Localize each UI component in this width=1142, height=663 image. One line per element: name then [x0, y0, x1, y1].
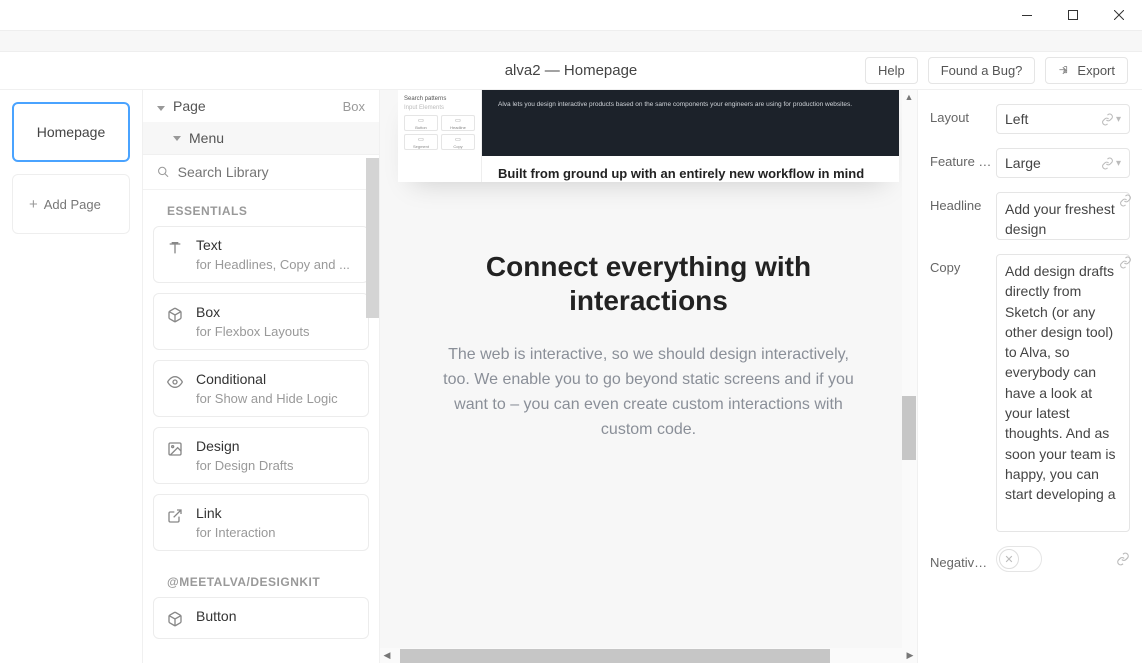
pages-panel: Homepage + Add Page	[0, 90, 143, 663]
link-icon	[1101, 113, 1114, 126]
scroll-right-icon[interactable]: ▶	[903, 649, 917, 663]
component-subtitle: for Design Drafts	[196, 458, 294, 473]
link-icon	[166, 507, 184, 525]
feature-select[interactable]: Large ▾	[996, 148, 1130, 178]
scroll-left-icon[interactable]: ◀	[380, 649, 394, 663]
window-maximize-button[interactable]	[1050, 0, 1096, 31]
component-subtitle: for Headlines, Copy and ...	[196, 257, 350, 272]
report-bug-button[interactable]: Found a Bug?	[928, 57, 1036, 84]
component-title: Box	[196, 304, 309, 320]
prop-label-copy: Copy	[930, 254, 992, 275]
headline-input[interactable]	[996, 192, 1130, 240]
preview-sidebar: Search patterns Input Elements ▭Button▭H…	[398, 90, 482, 182]
toolbar-strip	[0, 31, 1142, 52]
preview-pattern-cell: ▭Button	[404, 115, 438, 131]
component-title: Conditional	[196, 371, 338, 387]
link-icon	[1119, 256, 1132, 269]
preview-pattern-cell: ▭Headline	[441, 115, 475, 131]
design-icon	[166, 440, 184, 458]
component-link[interactable]: Link for Interaction	[153, 494, 369, 551]
library-search[interactable]	[143, 154, 379, 190]
component-conditional[interactable]: Conditional for Show and Hide Logic	[153, 360, 369, 417]
export-button[interactable]: Export	[1045, 57, 1128, 84]
chevron-down-icon: ▾	[1116, 114, 1121, 125]
component-title: Button	[196, 608, 236, 624]
component-title: Link	[196, 505, 276, 521]
link-icon	[1101, 157, 1114, 170]
scrollbar-thumb[interactable]	[902, 396, 916, 460]
canvas-vertical-scrollbar[interactable]: ▲	[902, 90, 917, 648]
outline-panel: Page Box Menu ESSENTIALS Text for Headline…	[143, 90, 380, 663]
app-title: alva2 — Homepage	[505, 62, 638, 79]
negative-toggle[interactable]: ✕	[996, 546, 1042, 572]
preview-frame[interactable]: Search patterns Input Elements ▭Button▭H…	[398, 90, 899, 182]
search-input[interactable]	[178, 164, 365, 180]
page-thumbnail-homepage[interactable]: Homepage	[12, 102, 130, 162]
prop-label-feature: Feature I...	[930, 148, 992, 169]
plus-icon: +	[29, 196, 38, 213]
component-design[interactable]: Design for Design Drafts	[153, 427, 369, 484]
outline-item-menu[interactable]: Menu	[143, 122, 379, 154]
window-close-button[interactable]	[1096, 0, 1142, 31]
help-button[interactable]: Help	[865, 57, 918, 84]
component-subtitle: for Flexbox Layouts	[196, 324, 309, 339]
box-icon	[166, 610, 184, 628]
layout-select[interactable]: Left ▾	[996, 104, 1130, 134]
scroll-up-icon[interactable]: ▲	[902, 90, 916, 104]
text-icon	[166, 239, 184, 257]
preview-pattern-cell: ▭Segment	[404, 134, 438, 150]
canvas-horizontal-scrollbar[interactable]: ◀ ▶	[380, 648, 917, 663]
properties-panel: Layout Left ▾ Feature I... Large ▾ Headl…	[917, 90, 1142, 663]
component-text[interactable]: Text for Headlines, Copy and ...	[153, 226, 369, 283]
conditional-icon	[166, 373, 184, 391]
component-title: Text	[196, 237, 350, 253]
scrollbar-thumb[interactable]	[366, 158, 379, 318]
canvas-paragraph: The web is interactive, so we should des…	[440, 343, 857, 442]
search-icon	[157, 165, 170, 179]
link-icon	[1116, 552, 1130, 566]
canvas-heading: Connect everything with interactions	[440, 250, 857, 317]
chevron-down-icon: ▾	[1116, 158, 1121, 169]
component-box[interactable]: Box for Flexbox Layouts	[153, 293, 369, 350]
chevron-down-icon	[157, 106, 165, 111]
copy-input[interactable]	[996, 254, 1130, 532]
add-page-label: Add Page	[44, 197, 101, 212]
chevron-down-icon	[173, 136, 181, 141]
component-button[interactable]: Button	[153, 597, 369, 639]
export-icon	[1058, 64, 1071, 77]
close-icon: ✕	[999, 549, 1019, 569]
outline-type-tag: Box	[343, 99, 365, 114]
window-minimize-button[interactable]	[1004, 0, 1050, 31]
prop-label-headline: Headline	[930, 192, 992, 213]
prop-label-layout: Layout	[930, 104, 992, 125]
page-label: Homepage	[37, 124, 106, 140]
library-section-label: @MEETALVA/DESIGNKIT	[153, 561, 369, 597]
library-section-label: ESSENTIALS	[153, 190, 369, 226]
component-subtitle: for Show and Hide Logic	[196, 391, 338, 406]
preview-hero: Alva lets you design interactive product…	[482, 90, 899, 156]
component-title: Design	[196, 438, 294, 454]
app-header: alva2 — Homepage Help Found a Bug? Expor…	[0, 52, 1142, 90]
prop-label-negative: Negative...	[930, 549, 992, 570]
canvas: Search patterns Input Elements ▭Button▭H…	[380, 90, 917, 663]
preview-caption: Built from ground up with an entirely ne…	[482, 156, 899, 182]
box-icon	[166, 306, 184, 324]
link-icon	[1119, 194, 1132, 207]
scrollbar-thumb[interactable]	[400, 649, 830, 663]
window-titlebar	[0, 0, 1142, 31]
preview-pattern-cell: ▭Copy	[441, 134, 475, 150]
add-page-button[interactable]: + Add Page	[12, 174, 130, 234]
outline-item-page[interactable]: Page Box	[143, 90, 379, 122]
component-subtitle: for Interaction	[196, 525, 276, 540]
